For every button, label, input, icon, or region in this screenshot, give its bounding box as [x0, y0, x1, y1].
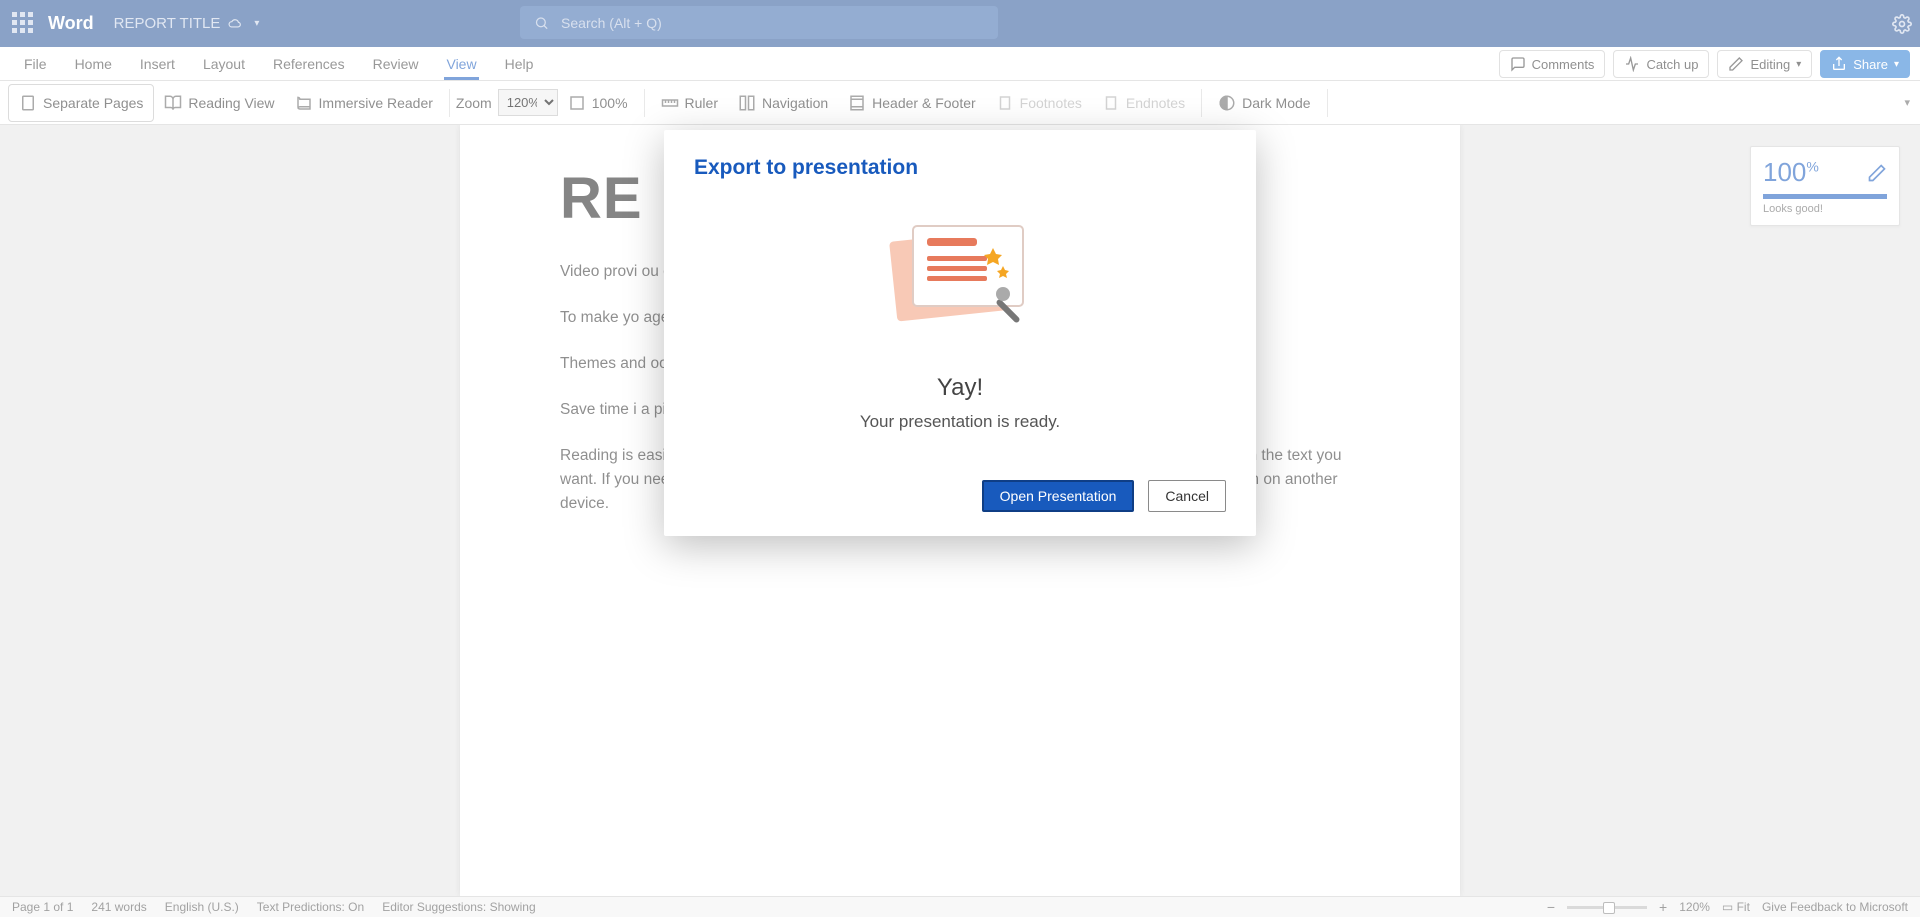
modal-overlay: Export to presentation Yay! Your present… [0, 0, 1920, 917]
dialog-subtext: Your presentation is ready. [694, 412, 1226, 432]
dialog-illustration [694, 208, 1226, 338]
cancel-button[interactable]: Cancel [1148, 480, 1226, 512]
open-presentation-button[interactable]: Open Presentation [982, 480, 1135, 512]
dialog-message: Yay! [694, 374, 1226, 402]
dialog-title: Export to presentation [694, 156, 1226, 180]
export-presentation-dialog: Export to presentation Yay! Your present… [664, 130, 1256, 536]
